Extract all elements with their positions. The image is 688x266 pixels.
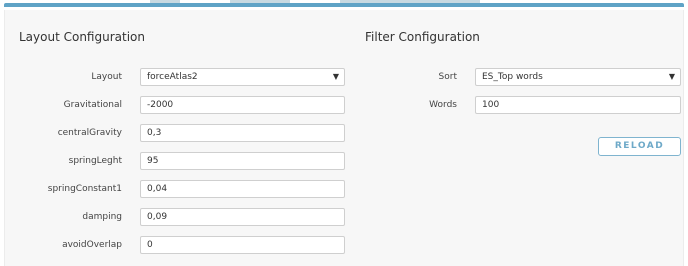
words-input[interactable]: 100 <box>475 96 681 114</box>
gravitational-input[interactable]: -2000 <box>140 96 345 114</box>
top-accent-bar <box>0 0 688 10</box>
filter-configuration-title: Filter Configuration <box>365 30 480 44</box>
sort-label: Sort <box>438 72 457 82</box>
top-accent-strip <box>4 3 684 7</box>
spring-constant-input[interactable]: 0,04 <box>140 180 345 198</box>
damping-label: damping <box>82 212 122 222</box>
layout-label: Layout <box>91 72 122 82</box>
spring-constant-label: springConstant1 <box>47 184 122 194</box>
spring-length-label: springLeght <box>68 156 122 166</box>
avoid-overlap-input[interactable]: 0 <box>140 236 345 254</box>
words-label: Words <box>429 100 457 110</box>
avoid-overlap-label: avoidOverlap <box>62 240 122 250</box>
damping-input[interactable]: 0,09 <box>140 208 345 226</box>
gravitational-label: Gravitational <box>63 100 122 110</box>
layout-select[interactable]: forceAtlas2 ▼ <box>140 68 345 86</box>
sort-select-value: ES_Top words <box>482 72 543 82</box>
reload-button[interactable]: RELOAD <box>598 137 681 156</box>
layout-configuration-title: Layout Configuration <box>19 30 145 44</box>
chevron-down-icon: ▼ <box>668 72 675 81</box>
sort-select[interactable]: ES_Top words ▼ <box>475 68 681 86</box>
chevron-down-icon: ▼ <box>332 72 339 81</box>
central-gravity-input[interactable]: 0,3 <box>140 124 345 142</box>
central-gravity-label: centralGravity <box>57 128 122 138</box>
layout-select-value: forceAtlas2 <box>147 72 198 82</box>
spring-length-input[interactable]: 95 <box>140 152 345 170</box>
